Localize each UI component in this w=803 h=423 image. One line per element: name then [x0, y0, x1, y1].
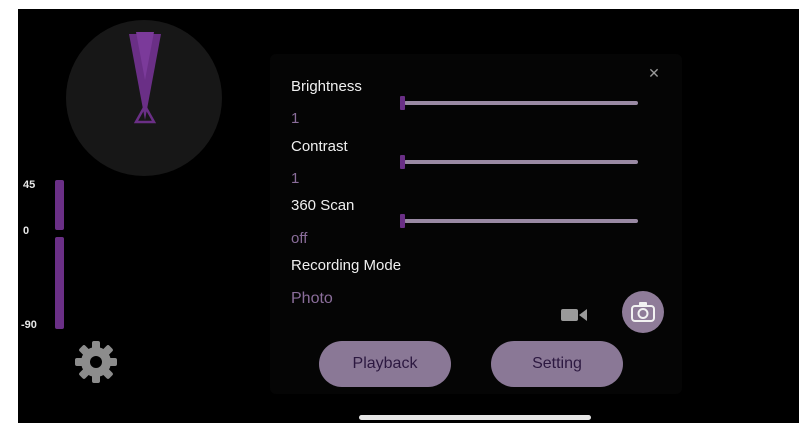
brightness-slider[interactable]: [400, 96, 638, 110]
setting-button[interactable]: Setting: [491, 341, 623, 387]
tilt-bar-lower: [55, 237, 64, 329]
tilt-label-zero: 0: [23, 225, 30, 237]
gear-icon[interactable]: [70, 336, 122, 388]
scan360-slider-thumb[interactable]: [400, 214, 405, 228]
recording-mode-label: Recording Mode: [291, 257, 402, 274]
tilt-label-bottom: -90: [21, 319, 37, 331]
scan360-slider[interactable]: [400, 214, 638, 228]
brightness-slider-thumb[interactable]: [400, 96, 405, 110]
tilt-label-top: 45: [23, 179, 36, 191]
contrast-slider[interactable]: [400, 155, 638, 169]
close-icon[interactable]: ✕: [643, 62, 665, 84]
brightness-value: 1: [291, 110, 300, 127]
tilt-scale: 45 0 -90: [18, 177, 78, 337]
contrast-slider-thumb[interactable]: [400, 155, 405, 169]
radar-sweep-icon: [129, 32, 161, 124]
brightness-slider-track: [404, 101, 638, 105]
contrast-value: 1: [291, 170, 300, 187]
scan360-label: 360 Scan: [291, 197, 355, 214]
recording-mode-value: Photo: [291, 290, 333, 307]
playback-button[interactable]: Playback: [319, 341, 451, 387]
contrast-slider-track: [404, 160, 638, 164]
video-camera-icon[interactable]: [560, 306, 588, 324]
scan360-slider-track: [404, 219, 638, 223]
brightness-label: Brightness: [291, 78, 362, 95]
settings-panel: ✕ Brightness 1 Contrast 1 360 Scan off R…: [270, 54, 682, 394]
camera-button[interactable]: [622, 291, 664, 333]
contrast-label: Contrast: [291, 138, 348, 155]
tilt-bar-upper: [55, 180, 64, 230]
camera-icon: [631, 302, 655, 322]
radar-view: [66, 20, 222, 176]
app-screen: 45 0 -90 ✕ Brightness 1 Contrast 1 360 S…: [18, 9, 799, 423]
scan360-value: off: [291, 230, 308, 247]
home-indicator[interactable]: [359, 415, 591, 420]
